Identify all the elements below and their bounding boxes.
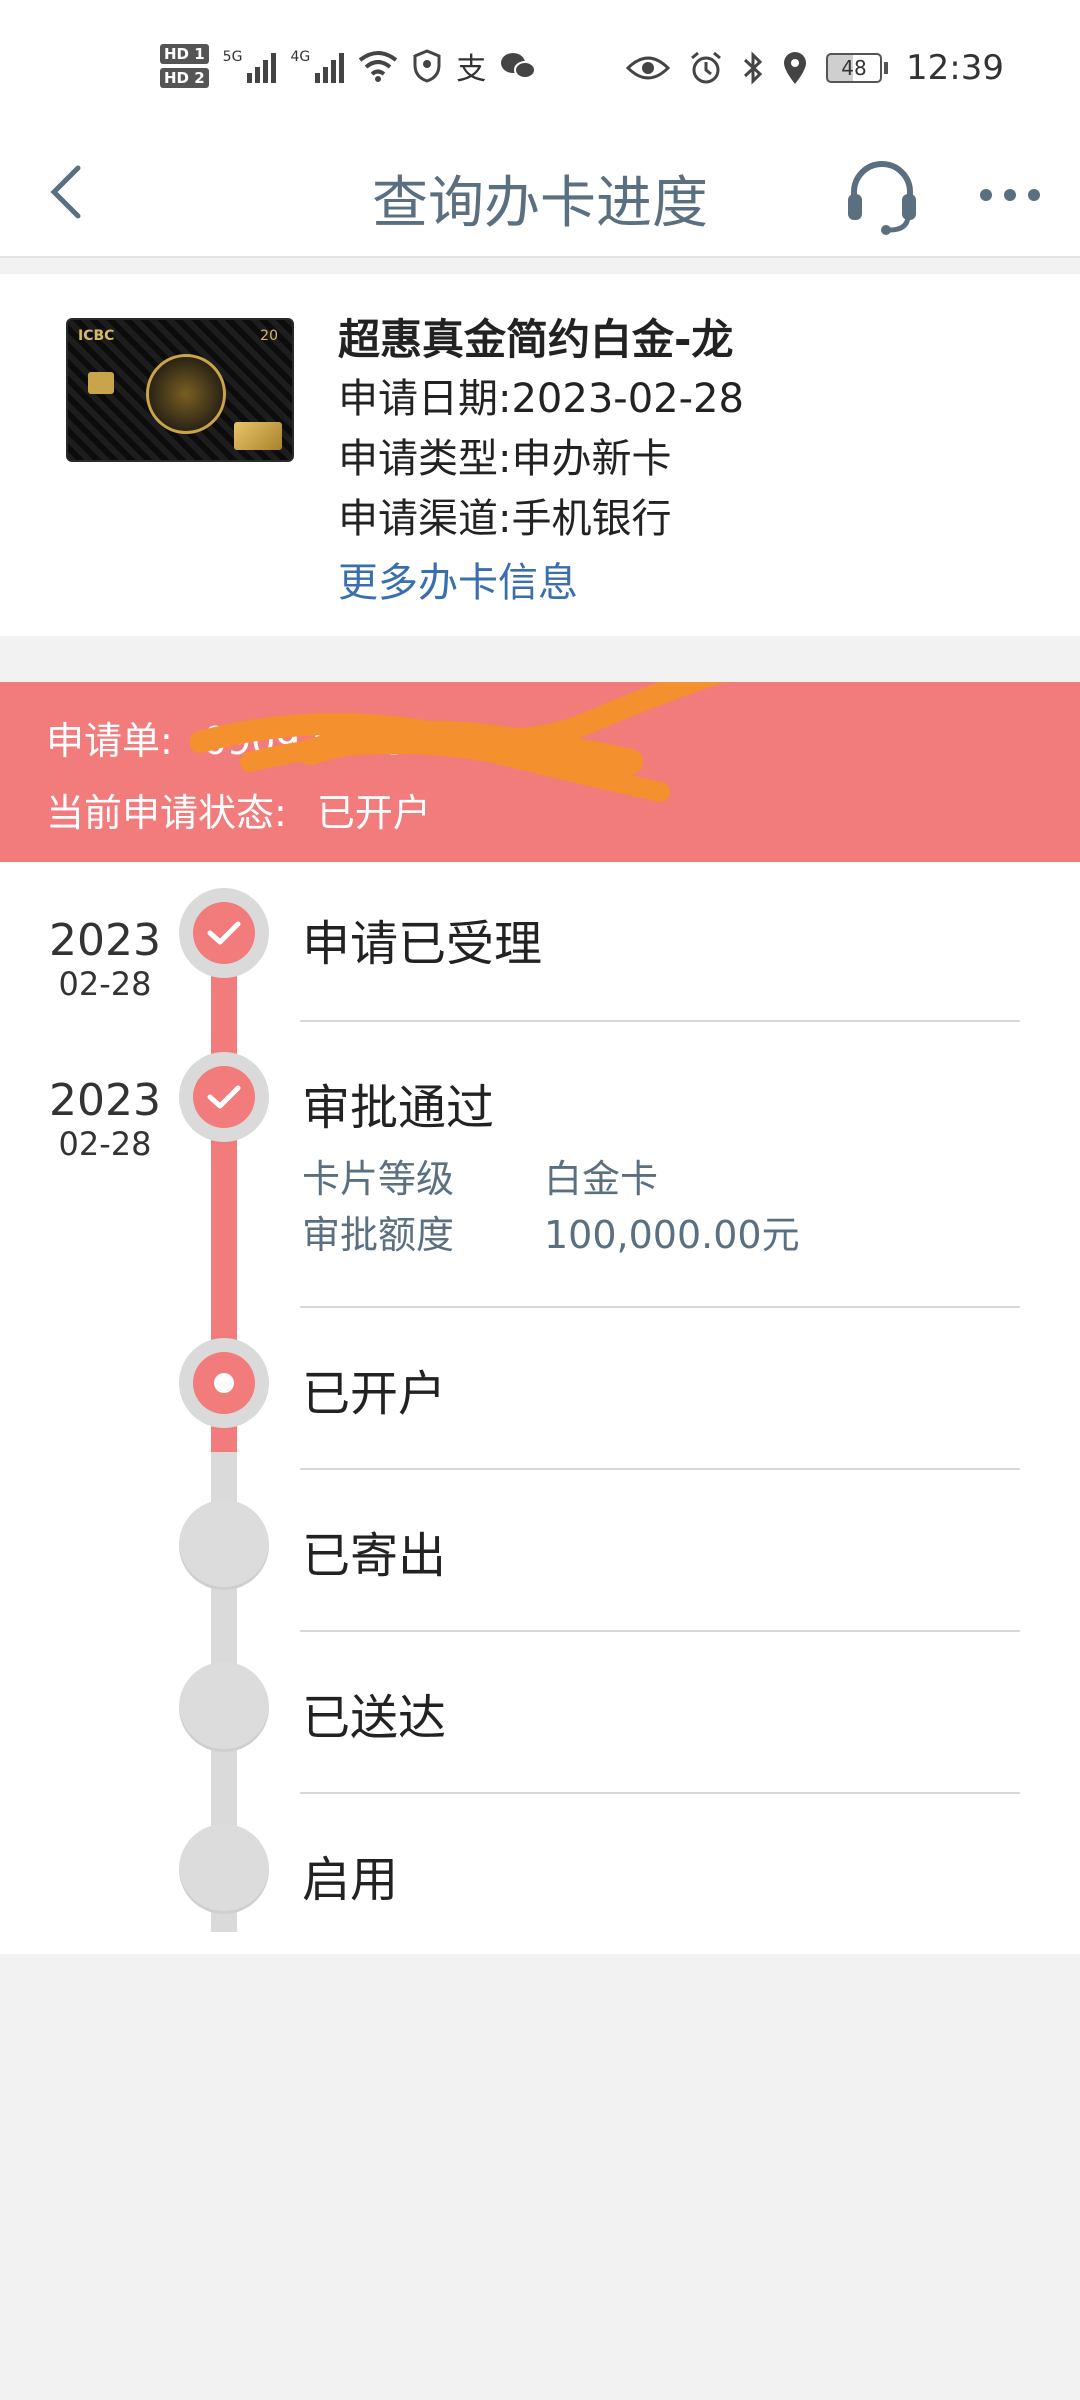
status-left: HD 1 HD 2 5G 4G 支	[160, 36, 537, 96]
apply-date-row: 申请日期:2023-02-28	[338, 366, 744, 424]
card-badge: 20	[260, 328, 278, 344]
check-icon	[207, 1085, 241, 1109]
credit-limit-value: 100,000.00元	[544, 1213, 800, 1257]
apply-channel-label: 申请渠道:	[338, 496, 512, 542]
step-date: 2023 02-28	[40, 1075, 170, 1163]
order-label: 申请单:	[46, 719, 173, 763]
battery-icon: 48	[826, 53, 889, 83]
app-header: 查询办卡进度	[0, 130, 1080, 258]
status-bar: HD 1 HD 2 5G 4G 支 48 12:39	[0, 0, 1080, 130]
step-monthday: 02-28	[58, 1125, 152, 1163]
card-chip	[88, 372, 114, 394]
step-node-pending	[179, 1662, 269, 1752]
step-label: 启用	[302, 1852, 399, 1908]
hd2-label: HD 2	[160, 68, 209, 88]
step-node-pending	[179, 1824, 269, 1914]
progress-timeline: 2023 02-28 申请已受理 2023 02-28 审批通过 卡片等级 白金…	[0, 862, 1080, 1954]
hd-indicator: HD 1 HD 2	[160, 44, 209, 88]
divider	[300, 1792, 1020, 1794]
apply-date-value: 2023-02-28	[511, 376, 744, 422]
step-node-current	[179, 1338, 269, 1428]
divider	[300, 1020, 1020, 1022]
eye-icon	[626, 56, 671, 80]
status-right: 48 12:39	[626, 40, 1004, 96]
shield-icon	[413, 49, 441, 83]
location-icon	[784, 52, 807, 84]
current-dot-icon	[214, 1373, 234, 1393]
step-date: 2023 02-28	[40, 915, 170, 1003]
alipay-icon: 支	[456, 52, 487, 87]
step-label: 申请已受理	[302, 916, 543, 972]
bluetooth-icon	[743, 51, 763, 85]
apply-type-label: 申请类型:	[338, 436, 512, 482]
battery-level: 48	[841, 56, 867, 80]
more-dots-icon[interactable]	[980, 170, 1050, 220]
card-image: ICBC 20	[66, 318, 294, 462]
step-node-done	[179, 888, 269, 978]
wifi-icon	[358, 51, 398, 82]
alarm-icon	[691, 51, 721, 84]
card-info-section: ICBC 20 超惠真金简约白金-龙 申请日期:2023-02-28 申请类型:…	[0, 274, 1080, 636]
credit-limit-label: 审批额度	[302, 1213, 455, 1257]
redaction-scribble	[190, 682, 725, 802]
step-label: 已送达	[302, 1690, 447, 1746]
card-network-logo	[234, 422, 282, 450]
application-status-banner: 申请单: 0909202 5 当前申请状态: 已开户	[0, 682, 1080, 862]
hd1-label: HD 1	[160, 44, 209, 64]
divider	[300, 1306, 1020, 1308]
step-monthday: 02-28	[58, 965, 152, 1003]
step-year: 2023	[49, 915, 161, 966]
credit-limit-row: 审批额度 100,000.00元	[302, 1204, 800, 1259]
step-label: 已开户	[302, 1366, 447, 1422]
apply-channel-value: 手机银行	[511, 496, 672, 542]
apply-date-label: 申请日期:	[338, 376, 512, 422]
signal-5g-icon: 5G	[223, 49, 277, 83]
card-level-value: 白金卡	[544, 1157, 659, 1201]
card-dragon-emblem	[146, 354, 226, 434]
step-label: 审批通过	[302, 1080, 495, 1136]
apply-type-row: 申请类型:申办新卡	[338, 426, 671, 484]
divider	[300, 1630, 1020, 1632]
clock: 12:39	[906, 48, 1004, 88]
card-brand-logo: ICBC	[78, 328, 115, 344]
apply-channel-row: 申请渠道:手机银行	[338, 486, 671, 544]
step-node-done	[179, 1052, 269, 1142]
step-year: 2023	[49, 1075, 161, 1126]
more-card-info-link[interactable]: 更多办卡信息	[338, 550, 578, 608]
wechat-icon	[501, 53, 537, 79]
divider	[300, 1468, 1020, 1470]
step-node-pending	[179, 1500, 269, 1590]
step-label: 已寄出	[302, 1528, 447, 1584]
apply-type-value: 申办新卡	[511, 436, 672, 482]
card-level-label: 卡片等级	[302, 1157, 455, 1201]
signal-4g-icon: 4G	[290, 49, 345, 83]
check-icon	[207, 921, 241, 945]
card-name: 超惠真金简约白金-龙	[338, 315, 734, 364]
headset-icon[interactable]	[840, 154, 924, 238]
card-level-row: 卡片等级 白金卡	[302, 1148, 658, 1203]
